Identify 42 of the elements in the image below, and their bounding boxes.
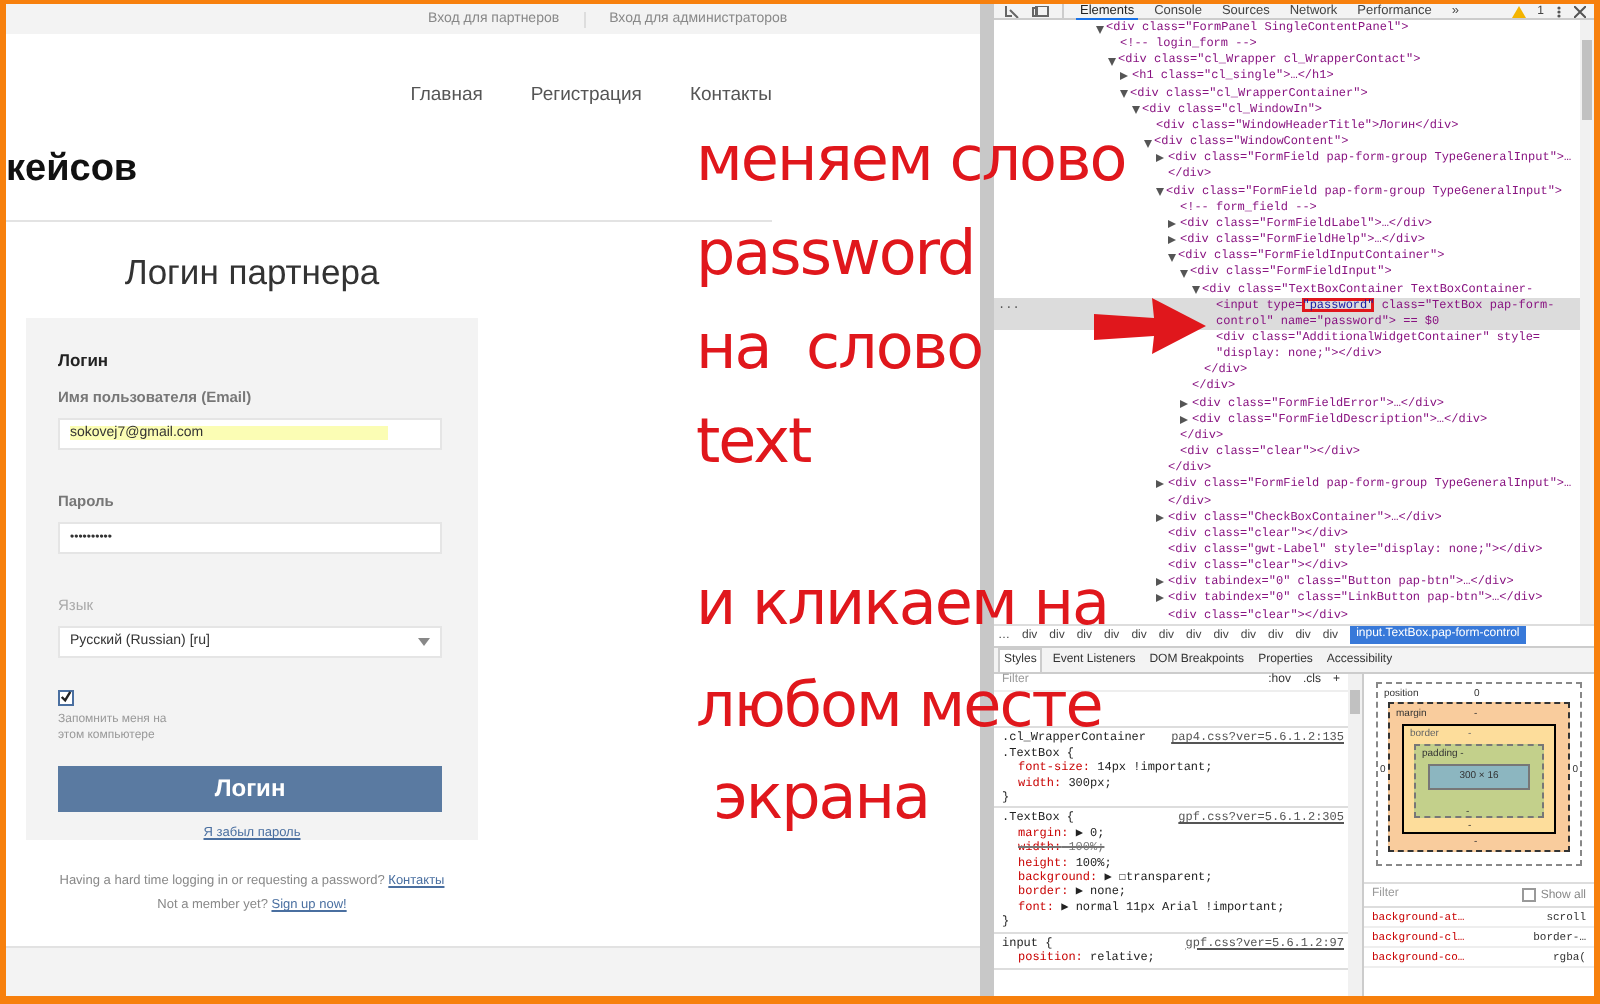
scrollbar[interactable] [1580,20,1594,624]
close-icon[interactable] [1574,5,1586,17]
scrollbar[interactable] [1348,674,1362,996]
annotation-text: на слово [696,312,983,384]
triangle-icon[interactable] [1156,594,1164,603]
annotation-text: и кликаем на [696,582,1108,626]
annotation-text: меняем слово [696,124,1126,196]
triangle-icon[interactable] [1120,90,1128,99]
triangle-icon[interactable] [1156,578,1164,587]
checkbox[interactable] [1522,888,1537,902]
more-icon[interactable] [1556,5,1562,17]
login-button[interactable]: Логин [58,765,442,812]
triangle-icon[interactable] [1180,415,1188,424]
triangle-icon[interactable] [1144,139,1152,148]
annotation-text: экрана [711,762,930,834]
triangle-icon[interactable] [1096,25,1104,33]
triangle-icon[interactable] [1156,154,1164,163]
triangle-icon[interactable] [1156,188,1164,197]
triangle-icon[interactable] [1120,72,1128,81]
triangle-icon[interactable] [1180,269,1188,278]
site-title: кейсов [6,146,138,194]
triangle-icon[interactable] [1168,236,1176,245]
annotation-text: любом месте [696,680,1102,732]
triangle-icon[interactable] [1156,480,1164,489]
arrow-icon [1094,298,1210,354]
page-heading: Логин партнера [122,250,382,294]
annotation-text: password [696,218,975,290]
annotation-text: text [696,406,811,478]
nav-link[interactable]: Главная [410,83,483,105]
triangle-icon[interactable] [1168,253,1176,262]
device-icon[interactable] [1032,5,1050,17]
nav-link[interactable]: Регистрация [530,83,642,105]
triangle-icon[interactable] [1180,399,1188,408]
triangle-icon[interactable] [1108,57,1116,66]
inspect-icon[interactable] [1004,5,1020,17]
triangle-icon[interactable] [1168,219,1176,228]
form-title: Логин [58,350,111,370]
checkbox[interactable] [58,689,74,706]
nav-link[interactable]: Контакты [689,83,772,105]
triangle-icon[interactable] [1156,513,1164,522]
triangle-icon[interactable] [1132,106,1140,115]
dropdown-arrow-icon [418,637,430,646]
